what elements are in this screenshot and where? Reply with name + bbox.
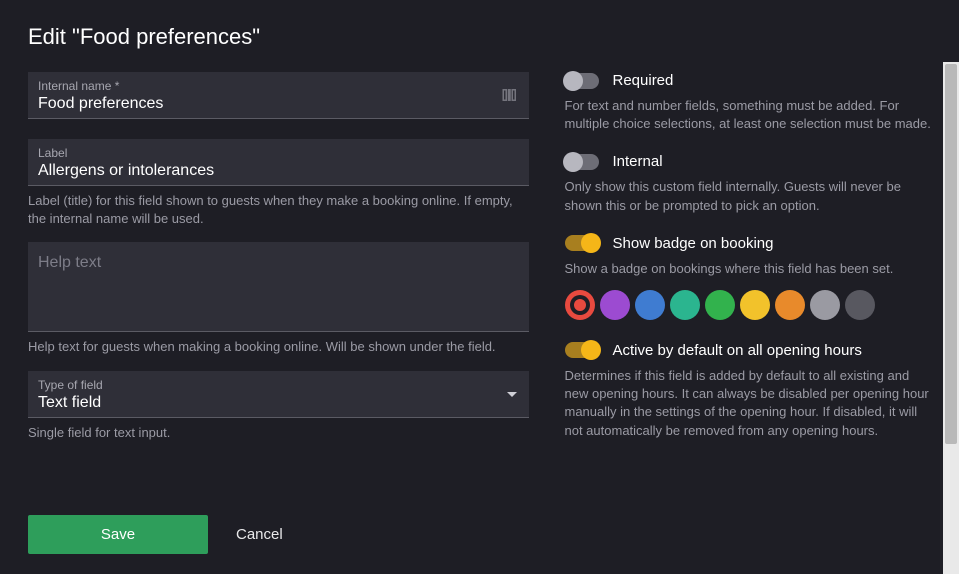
type-of-field-select[interactable]: Type of field Text field [28, 371, 529, 418]
show-badge-desc: Show a badge on bookings where this fiel… [565, 260, 932, 278]
label-help: Label (title) for this field shown to gu… [28, 192, 529, 228]
internal-desc: Only show this custom field internally. … [565, 178, 932, 214]
badge-color-swatch-3[interactable] [670, 290, 700, 320]
type-of-field-help: Single field for text input. [28, 424, 529, 442]
internal-row: Internal [565, 153, 932, 170]
badge-color-swatch-2[interactable] [635, 290, 665, 320]
type-of-field-value: Text field [38, 394, 519, 412]
show-badge-row: Show badge on booking [565, 235, 932, 252]
cancel-button[interactable]: Cancel [236, 526, 283, 543]
save-button[interactable]: Save [28, 515, 208, 554]
badge-color-swatches [565, 290, 932, 320]
required-desc: For text and number fields, something mu… [565, 97, 932, 133]
required-toggle[interactable] [565, 73, 599, 89]
label-group: Label Label (title) for this field shown… [28, 139, 529, 228]
active-default-label: Active by default on all opening hours [613, 342, 862, 359]
label-field-label: Label [38, 146, 519, 160]
badge-color-swatch-7[interactable] [810, 290, 840, 320]
internal-toggle[interactable] [565, 154, 599, 170]
type-of-field-label: Type of field [38, 378, 519, 392]
type-of-field-group: Type of field Text field Single field fo… [28, 371, 529, 442]
label-input[interactable] [38, 162, 519, 180]
required-label: Required [613, 72, 674, 89]
edit-custom-field-dialog: Edit "Food preferences" Internal name * … [0, 0, 959, 574]
badge-color-swatch-4[interactable] [705, 290, 735, 320]
internal-label: Internal [613, 153, 663, 170]
help-text-group: Help text for guests when making a booki… [28, 242, 529, 356]
label-field[interactable]: Label [28, 139, 529, 186]
badge-color-swatch-8[interactable] [845, 290, 875, 320]
dialog-actions: Save Cancel [28, 515, 283, 554]
required-row: Required [565, 72, 932, 89]
help-text-help: Help text for guests when making a booki… [28, 338, 529, 356]
show-badge-label: Show badge on booking [613, 235, 774, 252]
dialog-title: Edit "Food preferences" [28, 24, 931, 50]
chevron-down-icon [507, 392, 517, 397]
dialog-columns: Internal name * Label Label (title) for … [28, 72, 931, 460]
scrollbar-thumb[interactable] [945, 64, 957, 444]
active-default-row: Active by default on all opening hours [565, 342, 932, 359]
autofill-icon [501, 86, 519, 104]
active-default-desc: Determines if this field is added by def… [565, 367, 932, 440]
vertical-scrollbar[interactable] [943, 62, 959, 574]
right-column: Required For text and number fields, som… [565, 72, 932, 460]
badge-color-swatch-0[interactable] [565, 290, 595, 320]
internal-name-input[interactable] [38, 95, 519, 113]
help-text-input[interactable] [38, 254, 519, 308]
active-default-toggle[interactable] [565, 342, 599, 358]
badge-color-swatch-5[interactable] [740, 290, 770, 320]
internal-name-group: Internal name * [28, 72, 529, 119]
help-text-field[interactable] [28, 242, 529, 332]
internal-name-label: Internal name * [38, 79, 519, 93]
badge-color-swatch-1[interactable] [600, 290, 630, 320]
badge-color-swatch-6[interactable] [775, 290, 805, 320]
internal-name-field[interactable]: Internal name * [28, 72, 529, 119]
show-badge-toggle[interactable] [565, 235, 599, 251]
left-column: Internal name * Label Label (title) for … [28, 72, 529, 460]
